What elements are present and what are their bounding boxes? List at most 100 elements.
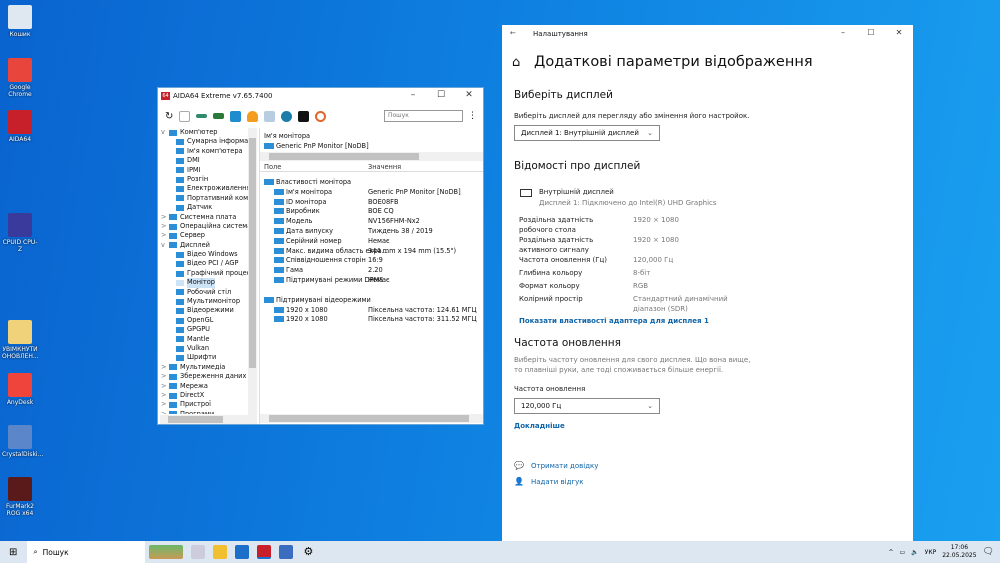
language-indicator[interactable]: УКР (925, 549, 937, 556)
monitor-list-item[interactable]: Generic PnP Monitor [NoDB] (264, 142, 369, 150)
clock[interactable]: 17:06 22.05.2025 (942, 544, 976, 560)
tree-item[interactable]: > Системна плата (160, 213, 248, 222)
close-button[interactable]: ✕ (885, 25, 913, 40)
expand-toggle-icon[interactable]: > (161, 213, 169, 222)
monitor-hscrollbar[interactable] (260, 152, 483, 161)
tree-item[interactable]: Ім'я комп'ютера (160, 147, 248, 156)
tree-item[interactable]: Шрифти (160, 353, 248, 362)
get-help-link[interactable]: Отримати довідку (531, 462, 598, 470)
adapter-properties-link[interactable]: Показати властивості адаптера для диспле… (519, 317, 709, 325)
tree-item[interactable]: Мультимонітор (160, 297, 248, 306)
desktop-icon[interactable]: CPUID CPU-Z (2, 213, 38, 253)
tree-hscrollbar[interactable] (160, 415, 257, 424)
property-row[interactable]: Серійний номер (274, 237, 342, 245)
tree-item[interactable]: Відео PCI / AGP (160, 259, 248, 268)
tree-item[interactable]: > Сервер (160, 231, 248, 240)
tree-item[interactable]: OpenGL (160, 316, 248, 325)
osd-icon[interactable] (298, 110, 310, 122)
outlook-icon[interactable] (235, 545, 250, 559)
settings-gear-icon[interactable]: ⚙ (301, 545, 315, 559)
desktop-icon[interactable]: FurMark2 ROG x64 (2, 477, 38, 517)
tree-item[interactable]: v Комп'ютер (160, 128, 248, 137)
tree-item[interactable]: > Мережа (160, 382, 248, 391)
tree-item[interactable]: > DirectX (160, 391, 248, 400)
ram-icon[interactable] (213, 113, 225, 119)
tree-item[interactable]: Сумарна інформація (160, 137, 248, 146)
volume-icon[interactable]: 🔈 (911, 549, 918, 556)
expand-toggle-icon[interactable]: > (161, 410, 169, 414)
tree-item[interactable]: > Програми (160, 410, 248, 414)
desktop-icon[interactable]: CrystalDiski... (2, 425, 43, 458)
minimize-button[interactable]: – (829, 25, 857, 40)
tree-item[interactable]: Робочий стіл (160, 288, 248, 297)
notifications-icon[interactable]: 🗨 (983, 547, 994, 557)
maximize-button[interactable]: ☐ (857, 25, 885, 40)
user-icon[interactable] (281, 110, 293, 122)
expand-toggle-icon[interactable]: > (161, 400, 169, 409)
tree-item[interactable]: Відеорежими (160, 306, 248, 315)
tree-item[interactable]: > Пристрої (160, 400, 248, 409)
back-button[interactable]: ← (510, 29, 516, 37)
gauge-icon[interactable] (315, 110, 327, 122)
home-icon[interactable]: ⌂ (512, 55, 520, 70)
desktop-icon[interactable]: Google Chrome (2, 58, 38, 98)
details-hscrollbar[interactable] (260, 414, 483, 423)
property-row[interactable]: Гама (274, 266, 303, 274)
expand-toggle-icon[interactable]: v (161, 241, 169, 250)
property-row[interactable]: Співвідношення сторін (274, 256, 366, 264)
expand-toggle-icon[interactable]: v (161, 128, 169, 137)
column-header-value[interactable]: Значення (368, 163, 401, 171)
tree-item[interactable]: Електроживлення (160, 184, 248, 193)
tree-item[interactable]: Монітор (160, 278, 248, 288)
search-input[interactable]: Пошук (384, 110, 463, 122)
cpuz-taskbar-icon[interactable] (279, 545, 294, 559)
learn-more-link[interactable]: Докладніше (514, 422, 565, 430)
memory-icon[interactable] (196, 114, 208, 118)
desktop-icon[interactable]: УВІМКНУТИ ОНОВЛЕН... (2, 320, 39, 360)
tree-item[interactable]: Портативний комп'ютер (160, 194, 248, 203)
task-view-icon[interactable] (191, 545, 206, 559)
network-icon[interactable] (230, 110, 242, 122)
tree-item[interactable]: Графічний процесор (160, 269, 248, 278)
property-row[interactable]: Дата випуску (274, 227, 333, 235)
refresh-rate-select[interactable]: 120,000 Гц ⌄ (514, 398, 660, 414)
property-row[interactable]: Виробник (274, 207, 320, 215)
expand-toggle-icon[interactable]: > (161, 222, 169, 231)
feedback-link[interactable]: Надати відгук (531, 478, 584, 486)
display-select[interactable]: Дисплей 1: Внутрішній дисплей ⌄ (514, 125, 660, 141)
report-icon[interactable] (179, 110, 191, 122)
tree-item[interactable]: IPMI (160, 166, 248, 175)
desktop-icon[interactable]: AIDA64 (2, 110, 38, 143)
tree-item[interactable]: > Мультимедіа (160, 363, 248, 372)
refresh-icon[interactable]: ↻ (165, 111, 173, 122)
property-row[interactable]: ID монітора (274, 198, 326, 206)
tree-item[interactable]: Датчик (160, 203, 248, 212)
tree-item[interactable]: > Збереження даних (160, 372, 248, 381)
tree-item[interactable]: > Операційна система (160, 222, 248, 231)
search-box[interactable]: ⌕ Пошук (27, 541, 146, 563)
expand-toggle-icon[interactable]: > (161, 372, 169, 381)
property-row[interactable]: 1920 x 1080 (274, 315, 328, 323)
tree-scrollbar[interactable] (248, 128, 257, 415)
column-header-field[interactable]: Поле (264, 163, 281, 171)
expand-toggle-icon[interactable]: > (161, 391, 169, 400)
expand-toggle-icon[interactable]: > (161, 231, 169, 240)
tree-item[interactable]: Відео Windows (160, 250, 248, 259)
property-row[interactable]: Ім'я монітора (274, 188, 332, 196)
start-button[interactable]: ⊞ (9, 547, 17, 558)
cache-icon[interactable] (264, 110, 276, 122)
desktop-icon[interactable]: AnyDesk (2, 373, 38, 406)
tree-item[interactable]: Vulkan (160, 344, 248, 353)
close-button[interactable]: ✕ (455, 88, 483, 103)
tree-item[interactable]: GPGPU (160, 325, 248, 334)
property-row[interactable]: Модель (274, 217, 312, 225)
maximize-button[interactable]: ☐ (427, 88, 455, 103)
expand-toggle-icon[interactable]: > (161, 382, 169, 391)
tree-item[interactable]: DMI (160, 156, 248, 165)
desktop-icon[interactable]: Кошик (2, 5, 38, 38)
property-row[interactable]: 1920 x 1080 (274, 306, 328, 314)
tree-item[interactable]: Розгін (160, 175, 248, 184)
tree-item[interactable]: Mantle (160, 335, 248, 344)
tree-item[interactable]: v Дисплей (160, 241, 248, 250)
network-icon[interactable]: ▭ (900, 549, 906, 556)
